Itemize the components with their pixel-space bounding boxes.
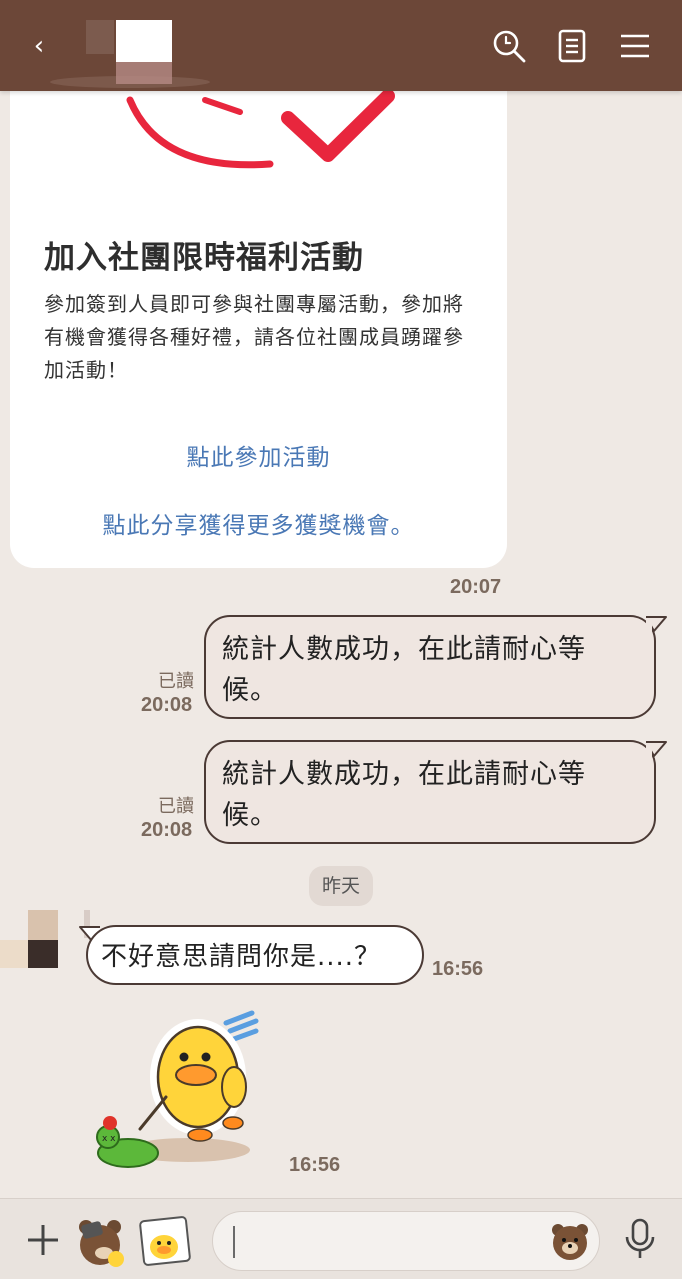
message-text: 統計人數成功，在此請耐心等候。 xyxy=(222,759,586,831)
chat-header: ‹ xyxy=(0,0,682,91)
menu-icon[interactable] xyxy=(617,28,653,64)
outgoing-message-bubble[interactable]: 統計人數成功，在此請耐心等候。 xyxy=(204,740,656,844)
bear-face-icon[interactable] xyxy=(547,1218,593,1264)
bubble-tail xyxy=(646,616,667,632)
message-input[interactable] xyxy=(212,1211,600,1271)
share-event-link[interactable]: 點此分享獲得更多獲獎機會。 xyxy=(10,506,507,540)
microphone-icon[interactable] xyxy=(620,1217,660,1261)
event-card[interactable]: 加入社團限時福利活動 參加簽到人員即可參與社團專屬活動，參加將有機會獲得各種好禮… xyxy=(10,60,507,568)
message-time: 16:56 xyxy=(432,958,484,980)
message-text: 統計人數成功，在此請耐心等候。 xyxy=(222,634,586,706)
sticker-duck-icon[interactable] xyxy=(138,1213,194,1269)
card-title: 加入社團限時福利活動 xyxy=(44,240,364,276)
outgoing-message-bubble[interactable]: 統計人數成功，在此請耐心等候。 xyxy=(204,615,656,719)
join-event-link[interactable]: 點此參加活動 xyxy=(10,438,507,472)
notes-icon[interactable] xyxy=(554,28,590,64)
svg-text:x x: x x xyxy=(102,1134,116,1144)
message-input-bar xyxy=(0,1198,682,1279)
message-time: 20:08 xyxy=(141,819,193,841)
incoming-message-bubble[interactable]: 不好意思請問你是....？ xyxy=(86,925,424,985)
bubble-tail xyxy=(646,741,667,757)
message-time: 16:56 xyxy=(289,1154,341,1176)
sender-avatar-pixelated[interactable] xyxy=(0,910,90,970)
message-time: 20:07 xyxy=(450,576,502,598)
back-icon: ‹ xyxy=(33,31,45,61)
plus-icon[interactable] xyxy=(24,1221,62,1259)
read-receipt: 已讀 xyxy=(158,796,194,817)
message-text: 不好意思請問你是....？ xyxy=(101,942,382,972)
card-description: 參加簽到人員即可參與社團專屬活動，參加將有機會獲得各種好禮，請各位社團成員踴躍參… xyxy=(44,292,464,382)
search-icon[interactable] xyxy=(491,28,527,64)
date-separator: 昨天 xyxy=(309,866,373,906)
chat-avatar-pixelated[interactable] xyxy=(50,14,210,88)
back-button[interactable]: ‹ xyxy=(22,28,56,64)
chat-screen: ‹ 加入社團限時福利活動 參加簽到人員即可參與社團專屬活動，參加將有機會獲得各種… xyxy=(0,0,682,1279)
message-time: 20:08 xyxy=(141,694,193,716)
bear-emoji-icon[interactable] xyxy=(72,1213,128,1269)
text-cursor xyxy=(233,1226,235,1258)
read-receipt: 已讀 xyxy=(158,671,194,692)
duck-sticker[interactable]: x x xyxy=(88,1005,268,1180)
